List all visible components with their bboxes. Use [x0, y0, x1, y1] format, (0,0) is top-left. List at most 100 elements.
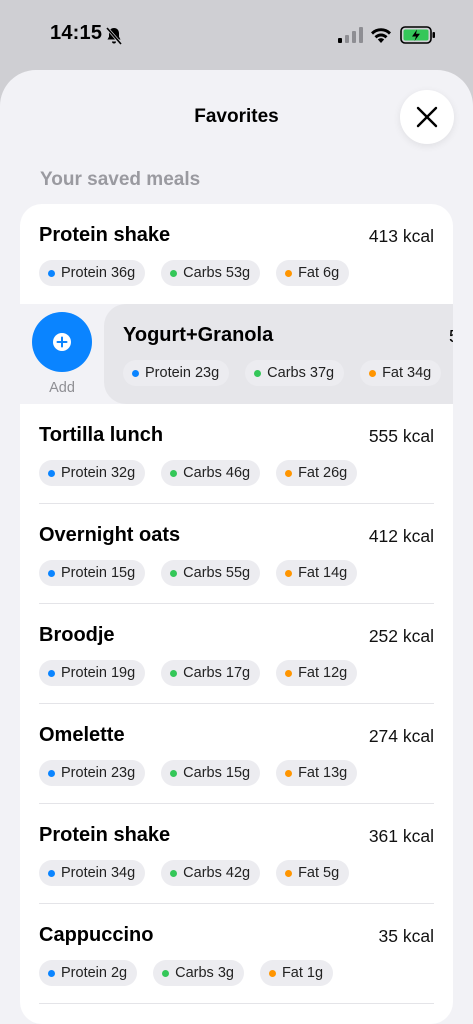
carbs-dot-icon: [170, 769, 178, 777]
protein-value: Protein 23g: [145, 365, 220, 381]
meal-row[interactable]: Protein shake 361 kcal Protein 34g Carbs…: [20, 804, 453, 904]
meal-row[interactable]: Yogurt+Granola 5 Protein 23g Carbs 37g F…: [104, 304, 453, 404]
cellular-signal-icon: [338, 27, 363, 43]
carbs-value: Carbs 46g: [183, 465, 251, 481]
protein-dot-icon: [48, 769, 55, 777]
fat-chip: Fat 26g: [276, 460, 358, 486]
fat-value: Fat 14g: [298, 565, 348, 581]
carbs-value: Carbs 55g: [183, 565, 251, 581]
fat-chip: Fat 5g: [276, 860, 350, 886]
plus-circle-icon: [53, 333, 71, 351]
fat-dot-icon: [285, 469, 293, 477]
protein-chip: Protein 15g: [39, 560, 146, 586]
carbs-chip: Carbs 53g: [161, 260, 261, 286]
protein-chip: Protein 36g: [39, 260, 146, 286]
meal-kcal: 5: [449, 326, 453, 347]
fat-dot-icon: [285, 769, 293, 777]
battery-charging-icon: [400, 26, 435, 44]
meal-kcal: 35 kcal: [378, 926, 434, 946]
fat-chip: Fat 6g: [276, 260, 350, 286]
carbs-chip: Carbs 46g: [161, 460, 261, 486]
meal-row[interactable]: Broodje 252 kcal Protein 19g Carbs 17g F…: [20, 604, 453, 704]
meal-kcal: 361 kcal: [368, 826, 434, 846]
meal-row[interactable]: Tortilla lunch 555 kcal Protein 32g Carb…: [20, 404, 453, 504]
bell-muted-icon: [105, 27, 123, 45]
carbs-value: Carbs 3g: [175, 965, 234, 981]
carbs-dot-icon: [254, 369, 262, 377]
close-button[interactable]: [400, 90, 454, 144]
protein-value: Protein 15g: [61, 565, 136, 581]
carbs-chip: Carbs 15g: [161, 760, 261, 786]
carbs-value: Carbs 15g: [183, 765, 251, 781]
protein-dot-icon: [48, 569, 55, 577]
carbs-chip: Carbs 37g: [245, 360, 345, 386]
meal-name: Protein shake: [39, 824, 171, 846]
protein-chip: Protein 23g: [123, 360, 230, 386]
protein-chip: Protein 34g: [39, 860, 146, 886]
carbs-dot-icon: [170, 269, 178, 277]
carbs-chip: Carbs 17g: [161, 660, 261, 686]
protein-value: Protein 34g: [61, 865, 136, 881]
meal-name: Omelette: [39, 724, 125, 746]
fat-chip: Fat 34g: [360, 360, 442, 386]
add-action-label: Add: [49, 380, 75, 396]
section-label: Your saved meals: [40, 169, 201, 190]
meal-row[interactable]: Overnight oats 412 kcal Protein 15g Carb…: [20, 504, 453, 604]
fat-value: Fat 13g: [298, 765, 348, 781]
fat-value: Fat 26g: [298, 465, 348, 481]
saved-meals-list: Protein shake 413 kcal Protein 36g Carbs…: [20, 204, 453, 1024]
fat-dot-icon: [285, 269, 293, 277]
meal-kcal: 274 kcal: [368, 726, 434, 746]
protein-value: Protein 32g: [61, 465, 136, 481]
carbs-value: Carbs 53g: [183, 265, 251, 281]
protein-dot-icon: [48, 869, 55, 877]
favorites-sheet: Favorites Your saved meals Protein shake…: [0, 70, 473, 1024]
swiped-meal-row: Add Yogurt+Granola 5 Protein 23g Carbs 3…: [20, 304, 453, 404]
wifi-icon: [371, 28, 391, 43]
fat-dot-icon: [268, 969, 276, 977]
protein-chip: Protein 19g: [39, 660, 146, 686]
meal-kcal: 412 kcal: [368, 526, 434, 546]
meal-row[interactable]: Protein shake 413 kcal Protein 36g Carbs…: [20, 204, 453, 304]
meal-row[interactable]: Cappuccino 35 kcal Protein 2g Carbs 3g F…: [20, 904, 453, 1004]
carbs-dot-icon: [170, 869, 178, 877]
protein-chip: Protein 2g: [39, 960, 138, 986]
meal-name: Yogurt+Granola: [123, 324, 274, 346]
fat-value: Fat 34g: [382, 365, 432, 381]
fat-value: Fat 5g: [298, 865, 340, 881]
meal-name: Broodje: [39, 624, 115, 646]
carbs-dot-icon: [162, 969, 170, 977]
status-bar: 14:15: [0, 0, 473, 70]
carbs-dot-icon: [170, 469, 178, 477]
fat-value: Fat 12g: [298, 665, 348, 681]
carbs-dot-icon: [170, 669, 178, 677]
status-time: 14:15: [50, 22, 103, 44]
fat-dot-icon: [369, 369, 377, 377]
carbs-value: Carbs 37g: [267, 365, 335, 381]
carbs-dot-icon: [170, 569, 178, 577]
protein-dot-icon: [48, 469, 55, 477]
fat-value: Fat 6g: [298, 265, 340, 281]
carbs-value: Carbs 17g: [183, 665, 251, 681]
protein-chip: Protein 32g: [39, 460, 146, 486]
meal-kcal: 555 kcal: [368, 426, 434, 446]
close-icon: [416, 106, 438, 128]
meal-row[interactable]: Omelette 274 kcal Protein 23g Carbs 15g …: [20, 704, 453, 804]
meal-name: Tortilla lunch: [39, 424, 164, 446]
meal-kcal: 413 kcal: [368, 226, 434, 246]
carbs-chip: Carbs 3g: [153, 960, 244, 986]
protein-dot-icon: [132, 369, 139, 377]
protein-value: Protein 23g: [61, 765, 136, 781]
fat-chip: Fat 12g: [276, 660, 358, 686]
carbs-chip: Carbs 42g: [161, 860, 261, 886]
fat-chip: Fat 14g: [276, 560, 358, 586]
protein-value: Protein 19g: [61, 665, 136, 681]
add-action-button[interactable]: Add: [32, 312, 92, 396]
meal-kcal: 252 kcal: [368, 626, 434, 646]
protein-chip: Protein 23g: [39, 760, 146, 786]
fat-chip: Fat 13g: [276, 760, 358, 786]
row-divider: [39, 1003, 434, 1004]
carbs-chip: Carbs 55g: [161, 560, 261, 586]
protein-dot-icon: [48, 669, 55, 677]
fat-value: Fat 1g: [281, 965, 324, 981]
